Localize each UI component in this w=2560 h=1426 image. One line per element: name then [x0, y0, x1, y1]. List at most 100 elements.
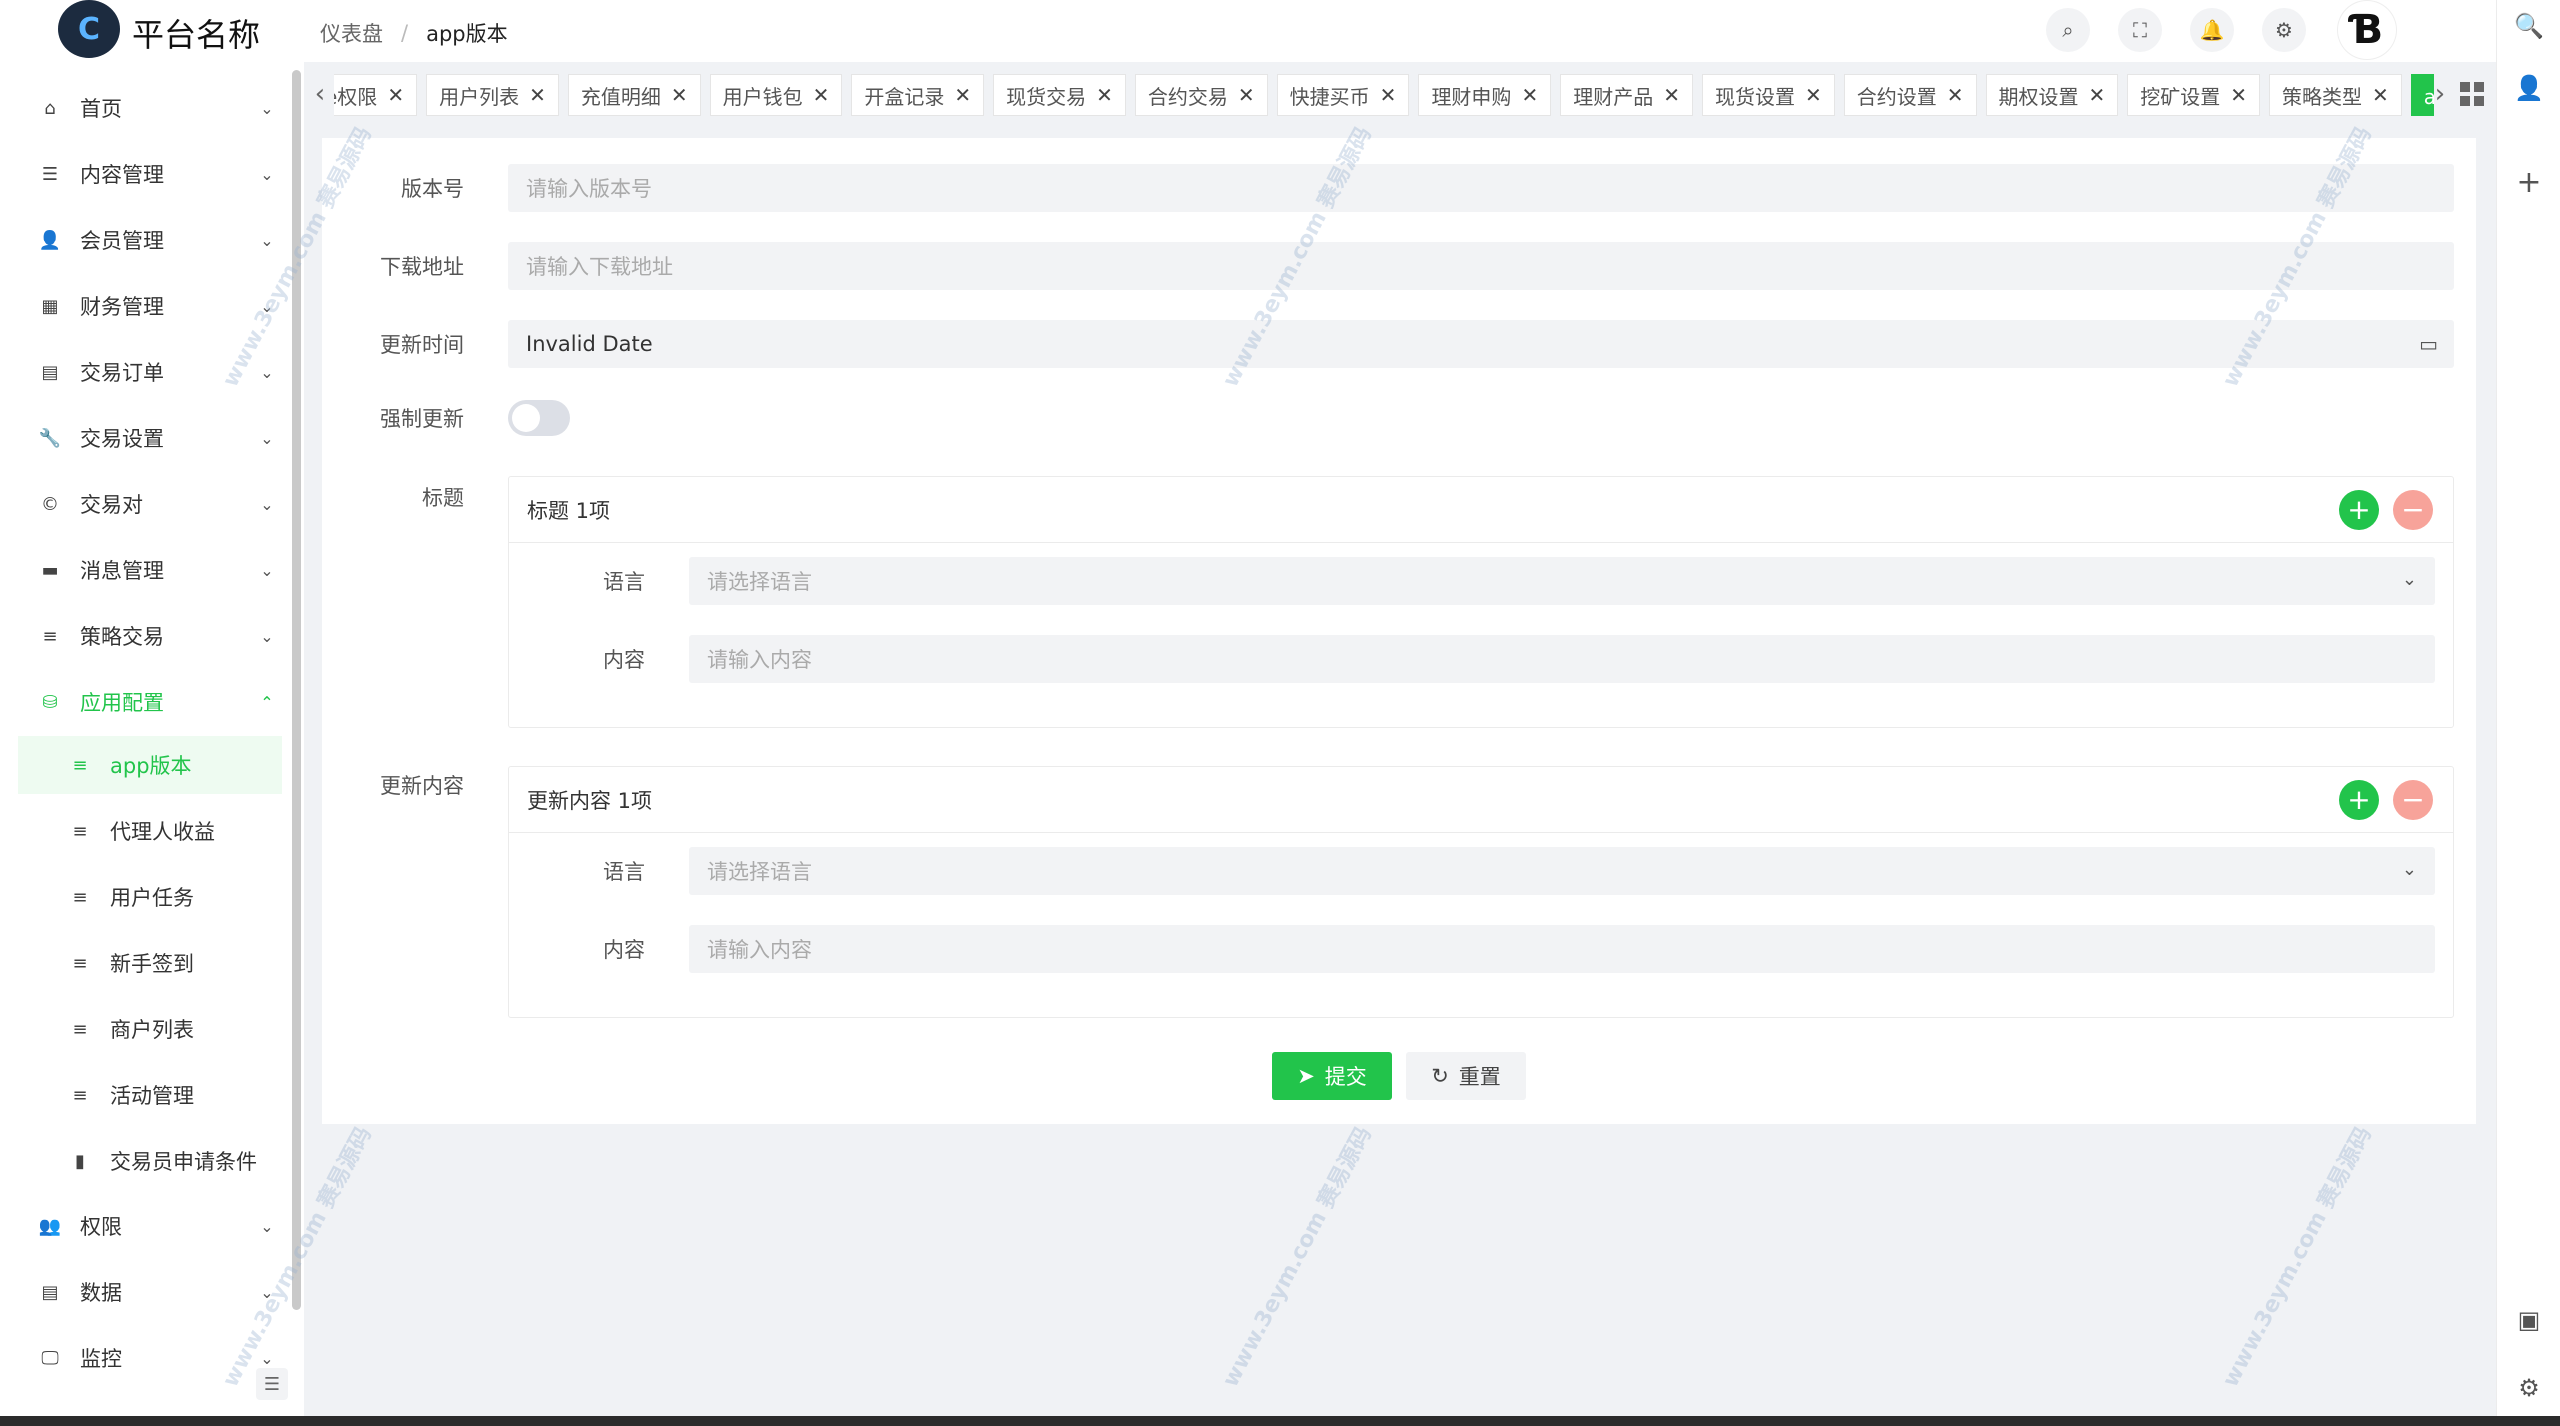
close-icon[interactable]: ✕: [1663, 83, 1680, 107]
tab-item[interactable]: 合约交易 ✕: [1134, 74, 1268, 116]
sidebar-item-messages[interactable]: ▬ 消息管理 ⌄: [18, 542, 282, 598]
tab-item[interactable]: 充值明细 ✕: [567, 74, 701, 116]
tab-item[interactable]: 策略类型 ✕: [2269, 74, 2402, 116]
tab-item[interactable]: 期权设置 ✕: [1985, 74, 2119, 116]
tab-item[interactable]: 挖矿设置 ✕: [2127, 74, 2261, 116]
update-language-select[interactable]: 请选择语言 ⌄: [689, 847, 2435, 895]
tab-item[interactable]: 现货设置 ✕: [1701, 74, 1835, 116]
form-label: 更新内容: [380, 774, 464, 798]
close-icon[interactable]: ✕: [387, 83, 404, 107]
sidebar-item-content[interactable]: ☰ 内容管理 ⌄: [18, 146, 282, 202]
tab-item[interactable]: 用户列表 ✕: [426, 74, 559, 116]
tabs-scroll-left-icon[interactable]: ‹: [308, 76, 332, 112]
update-content-input[interactable]: 请输入内容: [689, 925, 2435, 973]
submit-button[interactable]: ➤ 提交: [1272, 1052, 1392, 1100]
calendar-icon[interactable]: ▭: [2419, 332, 2438, 356]
force-update-switch[interactable]: [508, 400, 570, 436]
search-icon[interactable]: ⌕: [2046, 8, 2090, 52]
tab-item[interactable]: 开盒记录 ✕: [851, 74, 985, 116]
sidebar-item-label: 首页: [80, 97, 122, 121]
sidebar-item-monitor[interactable]: 🖵 监控 ⌄: [18, 1330, 282, 1386]
download-url-input[interactable]: 请输入下载地址: [508, 242, 2454, 290]
sidebar-sub-agent-income[interactable]: ≡ 代理人收益: [18, 802, 282, 860]
sidebar-item-pairs[interactable]: © 交易对 ⌄: [18, 476, 282, 532]
sidebar-item-permissions[interactable]: 👥 权限 ⌄: [18, 1198, 282, 1254]
close-icon[interactable]: ✕: [529, 83, 546, 107]
sidebar-sub-checkin[interactable]: ≡ 新手签到: [18, 934, 282, 992]
copyright-icon: ©: [41, 493, 59, 515]
close-icon[interactable]: ✕: [2089, 83, 2106, 107]
sidebar-item-members[interactable]: 👤 会员管理 ⌄: [18, 212, 282, 268]
tab-item[interactable]: 现货交易 ✕: [993, 74, 1126, 116]
breadcrumb-dashboard[interactable]: 仪表盘: [320, 18, 383, 48]
sidebar-sub-label: 用户任务: [110, 886, 194, 910]
gear-icon[interactable]: ⚙: [2262, 8, 2306, 52]
sidebar-item-app-config[interactable]: ⛁ 应用配置 ⌃: [18, 674, 282, 730]
tab-label: 理财申购: [1431, 84, 1512, 109]
title-language-select[interactable]: 请选择语言 ⌄: [689, 557, 2435, 605]
breadcrumb: 仪表盘 / app版本: [320, 18, 508, 48]
bell-icon[interactable]: 🔔: [2190, 8, 2234, 52]
tab-label: e权限: [334, 84, 378, 109]
sidebar-item-finance[interactable]: ▦ 财务管理 ⌄: [18, 278, 282, 334]
rail-settings-icon[interactable]: ⚙: [2511, 1370, 2547, 1406]
rail-plus-icon[interactable]: +: [2511, 164, 2547, 200]
header-actions: ⌕ ⛶ 🔔 ⚙ Ɓ: [2018, 1, 2432, 59]
tabs-menu-icon[interactable]: [2460, 82, 2484, 106]
sidebar-sub-trader-conditions[interactable]: ▮ 交易员申请条件: [18, 1132, 282, 1190]
close-icon[interactable]: ✕: [2372, 83, 2389, 107]
sidebar-sub-activities[interactable]: ≡ 活动管理: [18, 1066, 282, 1124]
grid-cell: [2474, 82, 2484, 92]
close-icon[interactable]: ✕: [1947, 83, 1964, 107]
user-avatar[interactable]: Ɓ: [2338, 1, 2396, 59]
monitor-icon: 🖵: [41, 1347, 59, 1369]
sidebar-item-data[interactable]: ▤ 数据 ⌄: [18, 1264, 282, 1320]
sidebar-sub-user-tasks[interactable]: ≡ 用户任务: [18, 868, 282, 926]
tabs-scroll-right-icon[interactable]: ›: [2428, 76, 2452, 112]
rail-screen-icon[interactable]: ▣: [2511, 1302, 2547, 1338]
version-input[interactable]: 请输入版本号: [508, 164, 2454, 212]
close-icon[interactable]: ✕: [1238, 83, 1255, 107]
table-icon: ▤: [41, 361, 59, 383]
close-icon[interactable]: ✕: [671, 83, 688, 107]
close-icon[interactable]: ✕: [954, 83, 971, 107]
rail-user-icon[interactable]: 👤: [2511, 70, 2547, 106]
tab-item[interactable]: 快捷买币 ✕: [1276, 74, 1410, 116]
chevron-down-icon: ⌄: [260, 494, 274, 514]
close-icon[interactable]: ✕: [2230, 83, 2247, 107]
reset-label: 重置: [1458, 1065, 1501, 1089]
reset-button[interactable]: ↻ 重置: [1406, 1052, 1526, 1100]
add-title-button[interactable]: +: [2339, 490, 2379, 530]
sidebar-item-orders[interactable]: ▤ 交易订单 ⌄: [18, 344, 282, 400]
tab-item[interactable]: 合约设置 ✕: [1843, 74, 1977, 116]
tab-label: 期权设置: [1998, 84, 2079, 109]
list-icon: ≡: [72, 886, 88, 908]
sidebar-item-trade-settings[interactable]: 🔧 交易设置 ⌄: [18, 410, 282, 466]
sidebar-item-strategy[interactable]: ≡ 策略交易 ⌄: [18, 608, 282, 664]
sidebar-collapse-icon[interactable]: ☰: [256, 1368, 288, 1400]
tab-label: 用户列表: [439, 84, 520, 109]
close-icon[interactable]: ✕: [1805, 83, 1822, 107]
sidebar-sub-app-version[interactable]: ≡ app版本: [18, 736, 282, 794]
tab-item[interactable]: 理财产品 ✕: [1560, 74, 1693, 116]
sidebar-sub-merchants[interactable]: ≡ 商户列表: [18, 1000, 282, 1058]
remove-title-button[interactable]: −: [2393, 490, 2433, 530]
close-icon[interactable]: ✕: [1380, 83, 1397, 107]
close-icon[interactable]: ✕: [1521, 83, 1538, 107]
close-icon[interactable]: ✕: [1096, 83, 1113, 107]
title-content-input[interactable]: 请输入内容: [689, 635, 2435, 683]
fullscreen-icon[interactable]: ⛶: [2118, 8, 2162, 52]
rail-search-icon[interactable]: 🔍: [2511, 8, 2547, 44]
close-icon[interactable]: ✕: [813, 83, 830, 107]
sidebar-scrollbar-track[interactable]: [292, 70, 301, 1310]
remove-update-content-button[interactable]: −: [2393, 780, 2433, 820]
tab-label: 快捷买币: [1289, 84, 1370, 109]
update-time-picker[interactable]: Invalid Date ▭: [508, 320, 2454, 368]
platform-logo[interactable]: C: [58, 0, 120, 58]
sidebar-item-home[interactable]: ⌂ 首页 ⌄: [18, 80, 282, 136]
tab-item[interactable]: 理财申购 ✕: [1418, 74, 1552, 116]
tab-item[interactable]: 用户钱包 ✕: [709, 74, 843, 116]
tab-item[interactable]: e权限 ✕: [334, 74, 418, 116]
list-icon: ≡: [72, 1018, 88, 1040]
add-update-content-button[interactable]: +: [2339, 780, 2379, 820]
